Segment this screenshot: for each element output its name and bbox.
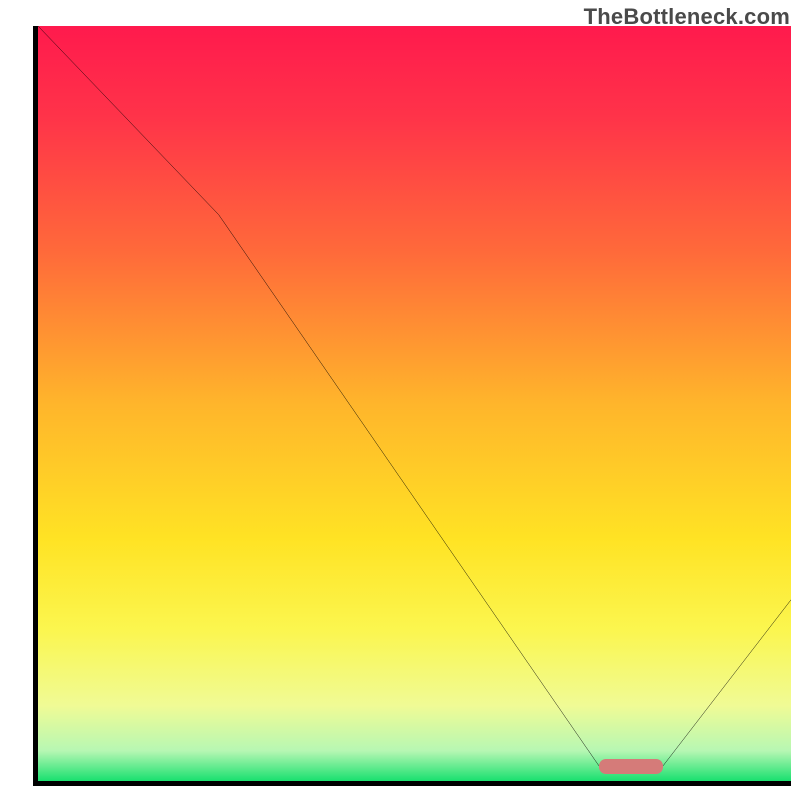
optimal-range-marker: [599, 759, 663, 774]
plot-area: [33, 26, 791, 786]
plot-inner: [38, 26, 791, 781]
watermark-text: TheBottleneck.com: [584, 4, 790, 30]
bottleneck-curve: [38, 26, 791, 781]
chart-frame: TheBottleneck.com: [0, 0, 800, 800]
